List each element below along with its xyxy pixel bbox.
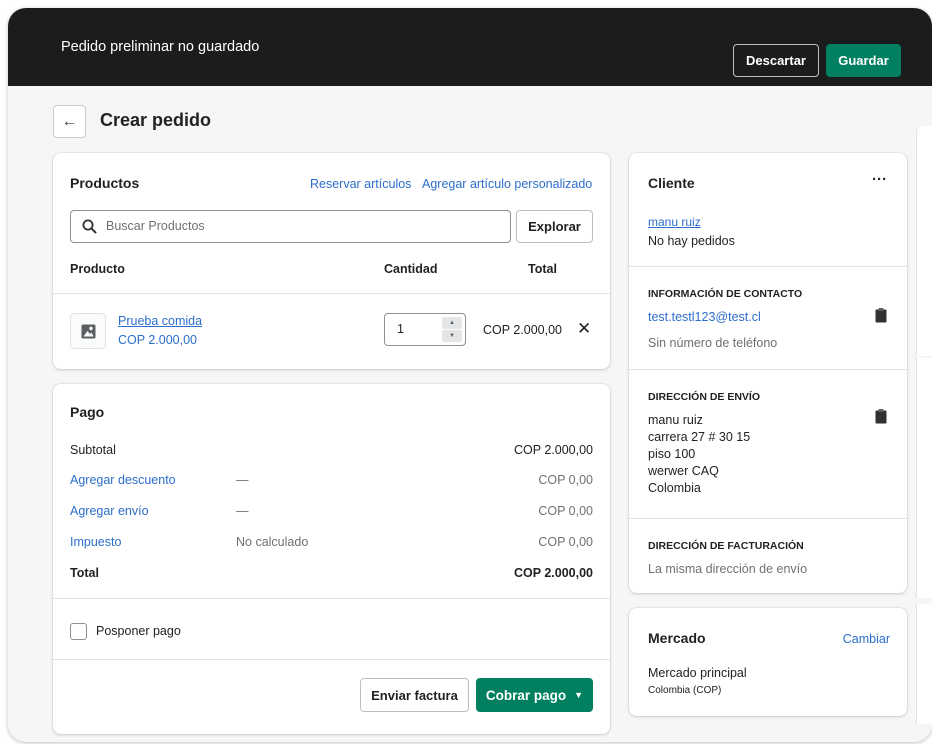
customer-divider-3 — [629, 518, 907, 519]
change-market-link[interactable]: Cambiar — [843, 632, 890, 646]
payment-heading: Pago — [70, 404, 105, 420]
shipping-line: carrera 27 # 30 15 — [648, 430, 751, 444]
postpone-payment-checkbox[interactable] — [70, 623, 87, 640]
add-shipping-link[interactable]: Agregar envío — [70, 504, 149, 518]
customer-divider-1 — [629, 266, 907, 267]
page-title: Crear pedido — [100, 110, 212, 130]
caret-down-icon: ▼ — [574, 690, 584, 700]
market-card: Mercado Cambiar Mercado principal Colomb… — [629, 608, 907, 716]
total-value: COP 2.000,00 — [514, 566, 593, 580]
search-icon — [82, 219, 97, 234]
side-panel-edge — [916, 358, 932, 598]
subtotal-label: Subtotal — [70, 443, 116, 457]
market-heading: Mercado — [648, 630, 706, 646]
increment-button[interactable]: ▲ — [442, 317, 462, 329]
reserve-items-link[interactable]: Reservar artículos — [310, 177, 411, 191]
decrement-button[interactable]: ▼ — [442, 330, 462, 342]
billing-address-heading: DIRECCIÓN DE FACTURACIÓN — [648, 540, 804, 552]
more-actions-button[interactable]: ··· — [872, 171, 887, 188]
payment-divider-1 — [53, 598, 610, 599]
app-window: Pedido preliminar no guardado Descartar … — [8, 8, 932, 742]
total-label: Total — [70, 566, 99, 580]
quantity-value: 1 — [397, 322, 404, 336]
discount-value: COP 0,00 — [538, 473, 593, 487]
tax-status: No calculado — [236, 535, 309, 549]
shipping-line: werwer CAQ — [648, 464, 719, 478]
shipping-value: COP 0,00 — [538, 504, 593, 518]
product-thumbnail — [70, 313, 106, 349]
arrow-left-icon: ← — [61, 112, 78, 130]
tax-link[interactable]: Impuesto — [70, 535, 121, 549]
customer-heading: Cliente — [648, 175, 695, 191]
market-name: Mercado principal — [648, 666, 747, 680]
products-heading: Productos — [70, 175, 140, 191]
market-detail: Colombia (COP) — [648, 685, 722, 696]
customer-name-link[interactable]: manu ruiz — [648, 215, 701, 229]
customer-phone: Sin número de teléfono — [648, 336, 778, 350]
product-name-link[interactable]: Prueba comida — [118, 314, 202, 328]
collect-payment-label: Cobrar pago — [485, 687, 567, 703]
tax-value: COP 0,00 — [538, 535, 593, 549]
unsaved-draft-title: Pedido preliminar no guardado — [61, 39, 260, 55]
close-icon[interactable]: ✕ — [577, 319, 591, 339]
back-button[interactable]: ← — [53, 105, 86, 138]
column-header-product: Producto — [70, 262, 125, 276]
products-card: Productos Reservar artículos Agregar art… — [53, 153, 610, 369]
add-custom-item-link[interactable]: Agregar artículo personalizado — [422, 177, 592, 191]
send-invoice-button[interactable]: Enviar factura — [360, 678, 469, 712]
shipping-line: manu ruiz — [648, 413, 703, 427]
image-icon — [81, 324, 96, 339]
add-discount-link[interactable]: Agregar descuento — [70, 473, 176, 487]
contact-info-heading: INFORMACIÓN DE CONTACTO — [648, 288, 803, 300]
customer-card: Cliente ··· manu ruiz No hay pedidos INF… — [629, 153, 907, 593]
shipping-line: Colombia — [648, 481, 701, 495]
clipboard-icon[interactable] — [875, 308, 887, 323]
column-header-quantity: Cantidad — [384, 262, 438, 276]
discount-dash: — — [236, 473, 249, 487]
search-products-placeholder: Buscar Productos — [106, 219, 205, 233]
shipping-address-heading: DIRECCIÓN DE ENVÍO — [648, 391, 761, 403]
product-price: COP 2.000,00 — [118, 333, 197, 347]
discard-button[interactable]: Descartar — [733, 44, 819, 77]
search-products-field[interactable]: Buscar Productos — [70, 210, 511, 243]
postpone-payment-label: Posponer pago — [96, 624, 181, 638]
billing-address-text: La misma dirección de envío — [648, 562, 808, 576]
save-button[interactable]: Guardar — [826, 44, 901, 77]
explore-button[interactable]: Explorar — [516, 210, 593, 243]
customer-divider-2 — [629, 369, 907, 370]
header-divider — [53, 293, 610, 294]
payment-divider-2 — [53, 659, 610, 660]
side-panel-edge — [916, 604, 932, 724]
quantity-stepper[interactable]: 1 ▲ ▼ — [384, 313, 466, 346]
collect-payment-button[interactable]: Cobrar pago ▼ — [476, 678, 593, 712]
context-bar: Pedido preliminar no guardado Descartar … — [8, 8, 932, 86]
subtotal-value: COP 2.000,00 — [514, 443, 593, 457]
payment-card: Pago Subtotal COP 2.000,00 Agregar descu… — [53, 384, 610, 734]
column-header-total: Total — [528, 262, 557, 276]
clipboard-icon[interactable] — [875, 409, 887, 424]
customer-email-link[interactable]: test.testl123@test.cl — [648, 310, 761, 324]
line-total: COP 2.000,00 — [483, 323, 562, 337]
customer-orders: No hay pedidos — [648, 234, 735, 248]
shipping-line: piso 100 — [648, 447, 696, 461]
side-panel-edge — [916, 126, 932, 356]
shipping-dash: — — [236, 504, 249, 518]
